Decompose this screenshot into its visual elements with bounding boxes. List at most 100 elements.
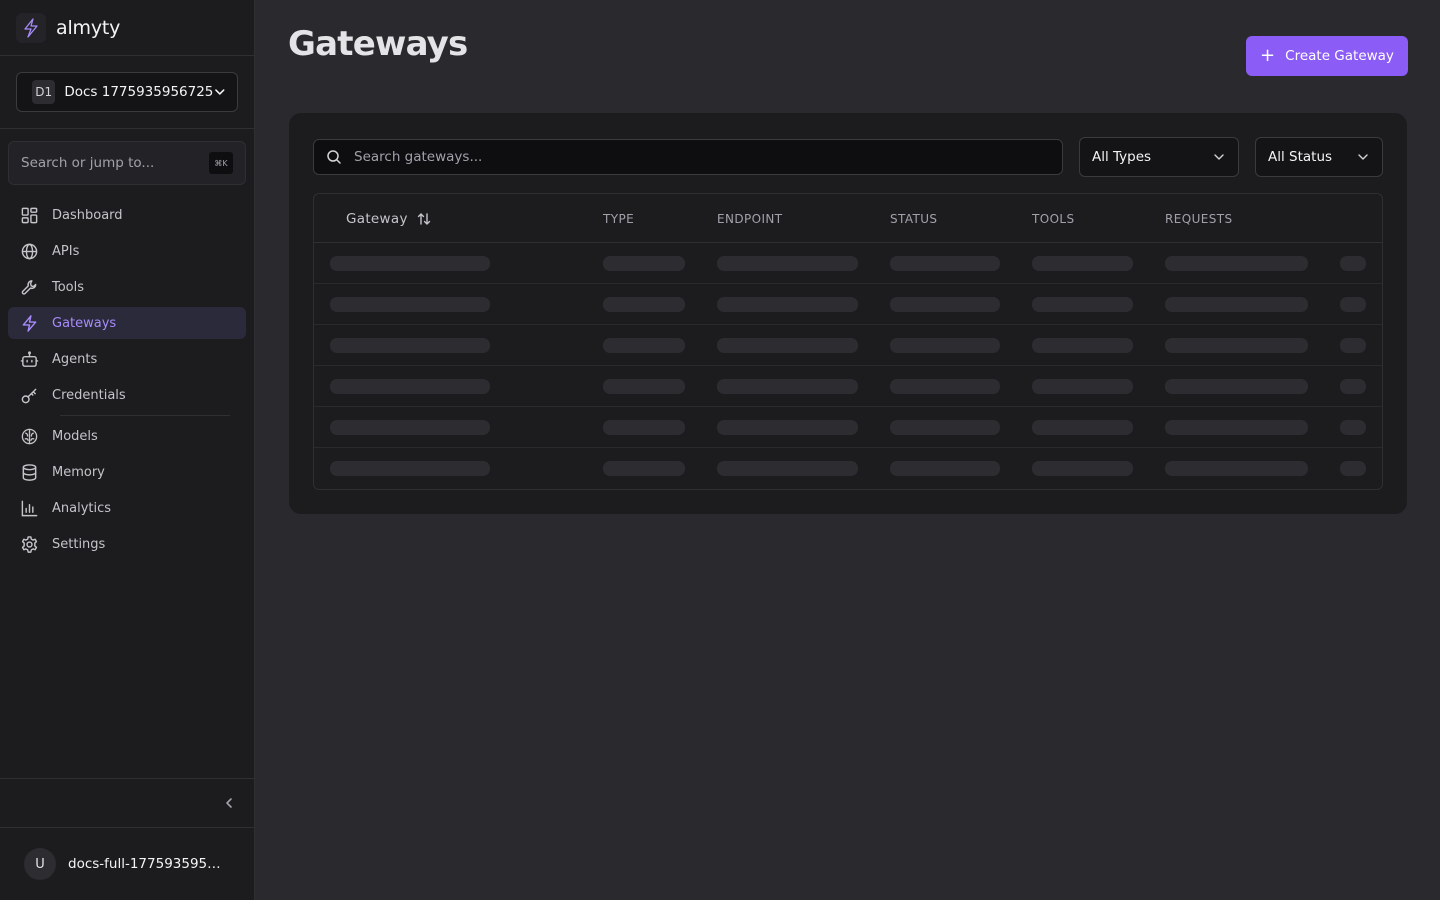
table-row (314, 448, 1382, 489)
skeleton-placeholder (1340, 256, 1366, 271)
nav-divider (60, 415, 230, 416)
jump-search[interactable]: Search or jump to... ⌘K (8, 141, 246, 185)
status-filter-value: All Status (1268, 149, 1333, 165)
skeleton-placeholder (603, 461, 685, 476)
brand-name: almyty (56, 16, 121, 39)
sidebar-collapse-row (0, 778, 254, 828)
column-header-endpoint: ENDPOINT (717, 211, 783, 226)
nav-item-label: Tools (52, 279, 85, 295)
skeleton-placeholder (890, 379, 1000, 394)
skeleton-placeholder (1340, 379, 1366, 394)
plus-icon: + (1260, 45, 1276, 66)
database-icon (22, 463, 37, 481)
skeleton-placeholder (1032, 461, 1133, 476)
nav-item-label: Analytics (52, 500, 112, 516)
skeleton-placeholder (330, 297, 490, 312)
nav-item-credentials[interactable]: Credentials (8, 379, 246, 411)
workspace-switcher[interactable]: D1 Docs 1775935956725 (16, 72, 238, 112)
skeleton-placeholder (890, 297, 1000, 312)
table-row (314, 284, 1382, 325)
nav-item-dashboard[interactable]: Dashboard (8, 199, 246, 231)
skeleton-placeholder (717, 297, 858, 312)
skeleton-placeholder (890, 461, 1000, 476)
skeleton-placeholder (717, 256, 858, 271)
nav-item-apis[interactable]: APIs (8, 235, 246, 267)
skeleton-placeholder (717, 461, 858, 476)
create-gateway-label: Create Gateway (1285, 48, 1394, 64)
collapse-sidebar-chevron-left-icon[interactable] (222, 796, 236, 810)
dashboard-icon (21, 207, 38, 223)
nav-item-settings[interactable]: Settings (8, 528, 246, 560)
brand[interactable]: almyty (0, 0, 254, 56)
column-label: Gateway (346, 210, 408, 227)
nav-item-label: Settings (52, 536, 106, 552)
skeleton-placeholder (330, 256, 490, 271)
skeleton-placeholder (330, 379, 490, 394)
status-filter-select[interactable]: All Status (1255, 137, 1383, 177)
nav-item-label: Models (52, 428, 98, 444)
skeleton-placeholder (890, 420, 1000, 435)
skeleton-placeholder (1340, 338, 1366, 353)
table-row (314, 243, 1382, 284)
nav-item-analytics[interactable]: Analytics (8, 492, 246, 524)
skeleton-placeholder (330, 420, 490, 435)
skeleton-placeholder (1340, 461, 1366, 476)
robot-icon (20, 350, 39, 367)
gateways-table: Gateway TYPE ENDPOINT STATUS TOOLS REQUE… (313, 193, 1383, 490)
workspace-name: Docs 1775935956725 (64, 84, 214, 100)
jump-search-placeholder: Search or jump to... (21, 155, 155, 171)
skeleton-placeholder (1032, 297, 1133, 312)
skeleton-placeholder (890, 338, 1000, 353)
skeleton-placeholder (603, 338, 685, 353)
skeleton-placeholder (1032, 379, 1133, 394)
skeleton-placeholder (330, 461, 490, 476)
skeleton-placeholder (1340, 420, 1366, 435)
skeleton-placeholder (330, 338, 490, 353)
table-row (314, 407, 1382, 448)
bar-chart-icon (21, 500, 38, 516)
nav-item-agents[interactable]: Agents (8, 343, 246, 375)
nav-item-models[interactable]: Models (8, 420, 246, 452)
skeleton-placeholder (717, 379, 858, 394)
user-menu[interactable]: U docs-full-1775935956... (0, 828, 254, 900)
column-header-gateway[interactable]: Gateway (346, 194, 432, 243)
type-filter-select[interactable]: All Types (1079, 137, 1239, 177)
skeleton-placeholder (603, 297, 685, 312)
column-header-tools: TOOLS (1032, 211, 1075, 226)
create-gateway-button[interactable]: + Create Gateway (1246, 36, 1408, 76)
nav-item-tools[interactable]: Tools (8, 271, 246, 303)
nav-item-label: Gateways (52, 315, 117, 331)
skeleton-placeholder (717, 420, 858, 435)
column-header-requests: REQUESTS (1165, 211, 1233, 226)
brain-icon (21, 428, 38, 444)
nav-item-label: Memory (52, 464, 105, 480)
skeleton-placeholder (1032, 420, 1133, 435)
table-header: Gateway TYPE ENDPOINT STATUS TOOLS REQUE… (314, 194, 1382, 243)
search-input[interactable] (354, 149, 1062, 165)
wrench-icon (21, 279, 37, 295)
nav-item-label: Agents (52, 351, 98, 367)
gear-icon (21, 535, 38, 553)
type-filter-value: All Types (1092, 149, 1152, 165)
skeleton-placeholder (1165, 338, 1308, 353)
nav-item-memory[interactable]: Memory (8, 456, 246, 488)
table-body (314, 243, 1382, 489)
almyty-logo-icon (16, 12, 46, 43)
search-icon (327, 150, 341, 164)
page-title: Gateways (288, 24, 468, 64)
nav-item-gateways[interactable]: Gateways (8, 307, 246, 339)
chevron-down-icon (215, 89, 225, 95)
chevron-down-icon (1214, 154, 1224, 160)
nav-item-label: Dashboard (52, 207, 123, 223)
skeleton-placeholder (1032, 338, 1133, 353)
key-icon (21, 388, 37, 403)
skeleton-placeholder (1165, 256, 1308, 271)
workspace-badge: D1 (32, 80, 56, 104)
avatar: U (24, 848, 56, 880)
column-header-status: STATUS (890, 211, 938, 226)
nav-item-label: APIs (52, 243, 80, 259)
skeleton-placeholder (1165, 379, 1308, 394)
gateways-panel: All Types All Status Gateway TYPE ENDPOI… (289, 113, 1407, 514)
table-row (314, 366, 1382, 407)
skeleton-placeholder (1032, 256, 1133, 271)
